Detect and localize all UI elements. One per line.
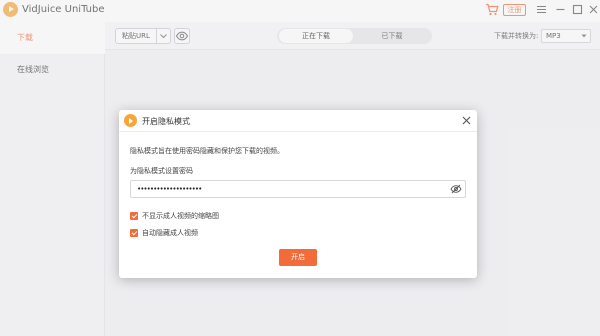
checkbox-checked[interactable] xyxy=(130,212,138,220)
eye-off-icon[interactable] xyxy=(450,184,462,194)
password-label: 为隐私模式设置密码 xyxy=(130,167,193,175)
password-input[interactable]: •••••••••••••••••••• xyxy=(130,180,466,198)
option-label: 自动隐藏成人视频 xyxy=(142,229,198,237)
option-label: 不显示成人视频的缩略图 xyxy=(142,212,219,220)
enable-button[interactable]: 开启 xyxy=(279,249,317,266)
app-logo-icon xyxy=(124,114,137,127)
privacy-mode-dialog: 开启隐私模式 隐私模式旨在使用密码隐藏和保护您下载的视频。 为隐私模式设置密码 … xyxy=(119,110,477,278)
dialog-title: 开启隐私模式 xyxy=(142,117,190,126)
dialog-header: 开启隐私模式 xyxy=(119,110,477,132)
checkbox-checked[interactable] xyxy=(130,229,138,237)
close-icon[interactable] xyxy=(462,116,471,125)
dialog-description: 隐私模式旨在使用密码隐藏和保护您下载的视频。 xyxy=(130,147,284,155)
